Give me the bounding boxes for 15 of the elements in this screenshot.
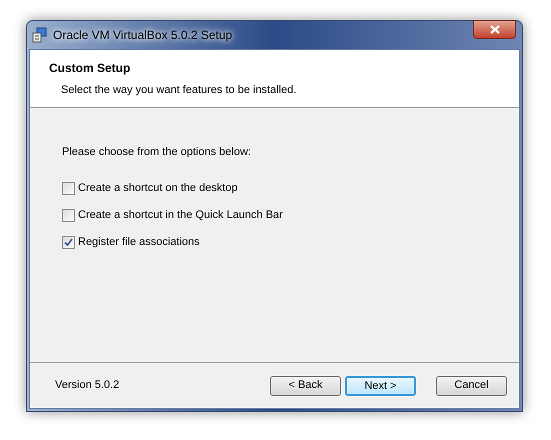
check-icon [64, 238, 73, 247]
window-title: Oracle VM VirtualBox 5.0.2 Setup [53, 27, 232, 44]
dialog-button[interactable]: < Back [270, 376, 341, 396]
dialog-button[interactable]: Next > [345, 376, 416, 396]
close-icon [490, 25, 500, 34]
version-label: Version 5.0.2 [55, 378, 120, 394]
option-checkbox[interactable]: Register file associations [62, 234, 519, 252]
dialog-button[interactable]: Cancel [436, 376, 507, 396]
header-title: Custom Setup [49, 60, 132, 77]
installer-icon [32, 27, 48, 43]
header-subtitle: Select the way you want features to be installed. [61, 83, 298, 98]
option-checkbox[interactable]: Create a shortcut in the Quick Launch Bar [62, 206, 519, 224]
prompt-text: Please choose from the options below: [62, 145, 252, 160]
close-button[interactable] [473, 20, 516, 39]
option-checkbox[interactable]: Create a shortcut on the desktop [62, 180, 519, 198]
